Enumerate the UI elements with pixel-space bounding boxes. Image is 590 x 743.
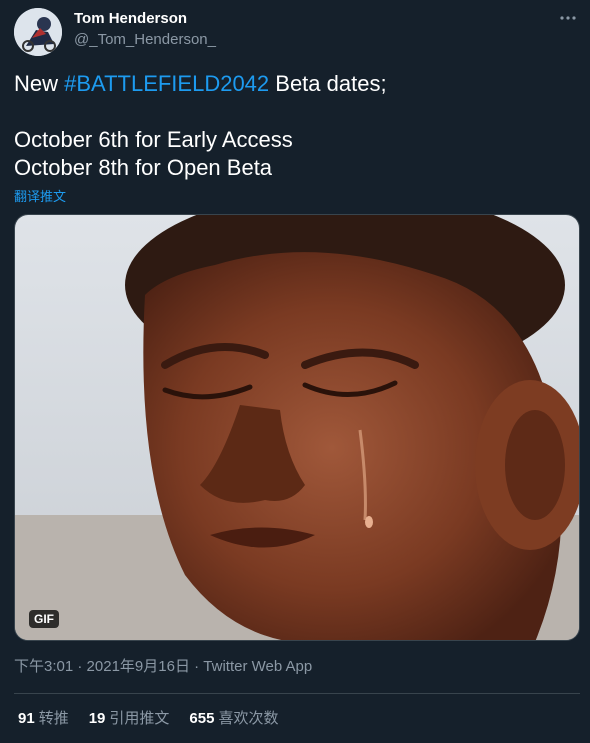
hashtag-link[interactable]: #BATTLEFIELD2042 — [64, 71, 269, 96]
meta-separator-2: · — [189, 658, 204, 675]
tweet-text: New #BATTLEFIELD2042 Beta dates; October… — [14, 70, 574, 182]
likes-label: 喜欢次数 — [218, 710, 279, 727]
avatar[interactable] — [14, 8, 62, 56]
retweets-stat[interactable]: 91 转推 — [18, 709, 69, 729]
tweet-meta: 下午3:01 · 2021年9月16日 · Twitter Web App — [14, 657, 312, 677]
tweet-text-suffix: Beta dates; — [269, 71, 387, 96]
tweet-time[interactable]: 下午3:01 — [14, 658, 73, 675]
user-handle[interactable]: @_Tom_Henderson_ — [74, 30, 216, 50]
tweet-media-gif[interactable]: GIF — [14, 214, 580, 641]
tweet-card: Tom Henderson @_Tom_Henderson_ New #BATT… — [0, 0, 590, 743]
tweet-source[interactable]: Twitter Web App — [203, 658, 312, 675]
tweet-text-prefix: New — [14, 71, 65, 96]
likes-stat[interactable]: 655 喜欢次数 — [189, 709, 278, 729]
meta-separator-1: · — [73, 658, 87, 675]
display-name[interactable]: Tom Henderson — [74, 10, 216, 28]
tweet-line-2: October 6th for Early Access — [14, 127, 293, 152]
author-info[interactable]: Tom Henderson @_Tom_Henderson_ — [74, 10, 216, 50]
more-options-button[interactable] — [556, 8, 580, 28]
tweet-line-3: October 8th for Open Beta — [14, 155, 273, 180]
retweets-label: 转推 — [38, 710, 69, 727]
translate-tweet-link[interactable]: 翻译推文 — [14, 186, 66, 205]
tweet-line-1: New #BATTLEFIELD2042 Beta dates; — [14, 70, 574, 98]
tweet-stats: 91 转推 19 引用推文 655 喜欢次数 — [18, 709, 278, 729]
avatar-image — [14, 8, 62, 56]
likes-count: 655 — [189, 710, 215, 727]
gif-image — [15, 215, 579, 640]
tweet-date[interactable]: 2021年9月16日 — [87, 658, 190, 675]
retweets-count: 91 — [18, 710, 35, 727]
quotes-stat[interactable]: 19 引用推文 — [89, 709, 170, 729]
quotes-count: 19 — [88, 710, 106, 727]
quotes-label: 引用推文 — [109, 710, 170, 727]
gif-badge: GIF — [29, 610, 59, 628]
more-horizontal-icon — [560, 16, 576, 20]
divider — [14, 693, 580, 694]
